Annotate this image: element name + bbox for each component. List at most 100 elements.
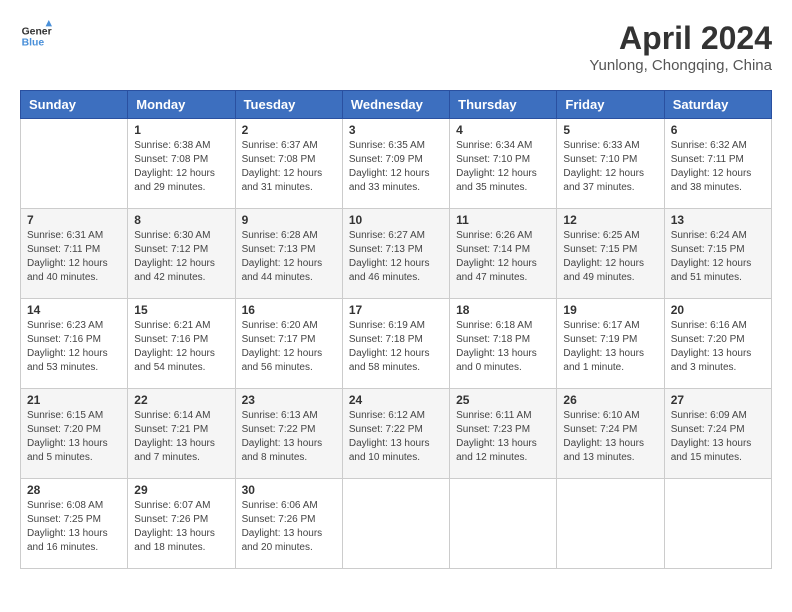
day-number: 2 (242, 123, 336, 137)
day-number: 22 (134, 393, 228, 407)
day-info: Sunrise: 6:34 AM Sunset: 7:10 PM Dayligh… (456, 139, 550, 195)
month-year: April 2024 (589, 20, 772, 57)
header-row: SundayMondayTuesdayWednesdayThursdayFrid… (21, 91, 772, 119)
calendar-cell: 4 Sunrise: 6:34 AM Sunset: 7:10 PM Daylig… (450, 119, 557, 209)
day-info: Sunrise: 6:20 AM Sunset: 7:17 PM Dayligh… (242, 319, 336, 375)
day-info: Sunrise: 6:32 AM Sunset: 7:11 PM Dayligh… (671, 139, 765, 195)
logo-icon: General Blue (20, 20, 52, 52)
day-number: 30 (242, 483, 336, 497)
day-number: 7 (27, 213, 121, 227)
day-info: Sunrise: 6:30 AM Sunset: 7:12 PM Dayligh… (134, 229, 228, 285)
day-number: 25 (456, 393, 550, 407)
day-info: Sunrise: 6:19 AM Sunset: 7:18 PM Dayligh… (349, 319, 443, 375)
day-info: Sunrise: 6:06 AM Sunset: 7:26 PM Dayligh… (242, 499, 336, 555)
day-info: Sunrise: 6:26 AM Sunset: 7:14 PM Dayligh… (456, 229, 550, 285)
location: Yunlong, Chongqing, China (589, 57, 772, 74)
calendar-cell: 14 Sunrise: 6:23 AM Sunset: 7:16 PM Dayli… (21, 299, 128, 389)
calendar-header: SundayMondayTuesdayWednesdayThursdayFrid… (21, 91, 772, 119)
calendar-cell (342, 479, 449, 569)
calendar-cell: 2 Sunrise: 6:37 AM Sunset: 7:08 PM Daylig… (235, 119, 342, 209)
week-row-4: 21 Sunrise: 6:15 AM Sunset: 7:20 PM Dayli… (21, 389, 772, 479)
day-info: Sunrise: 6:25 AM Sunset: 7:15 PM Dayligh… (563, 229, 657, 285)
day-number: 21 (27, 393, 121, 407)
calendar-cell: 7 Sunrise: 6:31 AM Sunset: 7:11 PM Daylig… (21, 209, 128, 299)
day-number: 5 (563, 123, 657, 137)
day-info: Sunrise: 6:08 AM Sunset: 7:25 PM Dayligh… (27, 499, 121, 555)
calendar-cell: 15Sunrise: 6:21 AM Sunset: 7:16 PM Dayli… (128, 299, 235, 389)
calendar-cell: 25 Sunrise: 6:11 AM Sunset: 7:23 PM Dayli… (450, 389, 557, 479)
week-row-1: 1Sunrise: 6:38 AM Sunset: 7:08 PM Daylig… (21, 119, 772, 209)
day-number: 6 (671, 123, 765, 137)
calendar-cell: 27 Sunrise: 6:09 AM Sunset: 7:24 PM Dayli… (664, 389, 771, 479)
svg-text:Blue: Blue (22, 38, 45, 49)
day-number: 29 (134, 483, 228, 497)
logo: General Blue (20, 20, 52, 52)
day-info: Sunrise: 6:13 AM Sunset: 7:22 PM Dayligh… (242, 409, 336, 465)
day-info: Sunrise: 6:37 AM Sunset: 7:08 PM Dayligh… (242, 139, 336, 195)
day-info: Sunrise: 6:16 AM Sunset: 7:20 PM Dayligh… (671, 319, 765, 375)
header-cell-tuesday: Tuesday (235, 91, 342, 119)
day-number: 27 (671, 393, 765, 407)
day-info: Sunrise: 6:11 AM Sunset: 7:23 PM Dayligh… (456, 409, 550, 465)
day-number: 20 (671, 303, 765, 317)
svg-text:General: General (22, 26, 52, 37)
day-number: 19 (563, 303, 657, 317)
calendar-cell (557, 479, 664, 569)
day-info: Sunrise: 6:09 AM Sunset: 7:24 PM Dayligh… (671, 409, 765, 465)
day-info: Sunrise: 6:12 AM Sunset: 7:22 PM Dayligh… (349, 409, 443, 465)
calendar-cell: 28 Sunrise: 6:08 AM Sunset: 7:25 PM Dayli… (21, 479, 128, 569)
calendar-cell: 12 Sunrise: 6:25 AM Sunset: 7:15 PM Dayli… (557, 209, 664, 299)
day-info: Sunrise: 6:31 AM Sunset: 7:11 PM Dayligh… (27, 229, 121, 285)
header-cell-saturday: Saturday (664, 91, 771, 119)
calendar-cell: 30 Sunrise: 6:06 AM Sunset: 7:26 PM Dayli… (235, 479, 342, 569)
day-info: Sunrise: 6:14 AM Sunset: 7:21 PM Dayligh… (134, 409, 228, 465)
day-number: 12 (563, 213, 657, 227)
day-number: 9 (242, 213, 336, 227)
day-number: 28 (27, 483, 121, 497)
calendar-cell (664, 479, 771, 569)
day-number: 15 (134, 303, 228, 317)
day-info: Sunrise: 6:07 AM Sunset: 7:26 PM Dayligh… (134, 499, 228, 555)
calendar-cell: 26Sunrise: 6:10 AM Sunset: 7:24 PM Dayli… (557, 389, 664, 479)
day-number: 10 (349, 213, 443, 227)
day-number: 3 (349, 123, 443, 137)
day-number: 13 (671, 213, 765, 227)
day-info: Sunrise: 6:24 AM Sunset: 7:15 PM Dayligh… (671, 229, 765, 285)
calendar-cell: 8 Sunrise: 6:30 AM Sunset: 7:12 PM Daylig… (128, 209, 235, 299)
day-number: 8 (134, 213, 228, 227)
day-info: Sunrise: 6:28 AM Sunset: 7:13 PM Dayligh… (242, 229, 336, 285)
calendar-cell: 19 Sunrise: 6:17 AM Sunset: 7:19 PM Dayli… (557, 299, 664, 389)
calendar-cell: 6 Sunrise: 6:32 AM Sunset: 7:11 PM Daylig… (664, 119, 771, 209)
day-number: 18 (456, 303, 550, 317)
calendar-cell: 24 Sunrise: 6:12 AM Sunset: 7:22 PM Dayli… (342, 389, 449, 479)
day-info: Sunrise: 6:15 AM Sunset: 7:20 PM Dayligh… (27, 409, 121, 465)
day-number: 24 (349, 393, 443, 407)
day-number: 11 (456, 213, 550, 227)
header-cell-monday: Monday (128, 91, 235, 119)
calendar-cell: 29 Sunrise: 6:07 AM Sunset: 7:26 PM Dayli… (128, 479, 235, 569)
page-header: General Blue April 2024 Yunlong, Chongqi… (20, 20, 772, 74)
header-cell-sunday: Sunday (21, 91, 128, 119)
header-cell-wednesday: Wednesday (342, 91, 449, 119)
calendar-cell: 9 Sunrise: 6:28 AM Sunset: 7:13 PM Daylig… (235, 209, 342, 299)
calendar-cell: 18 Sunrise: 6:18 AM Sunset: 7:18 PM Dayli… (450, 299, 557, 389)
header-cell-friday: Friday (557, 91, 664, 119)
calendar-table: SundayMondayTuesdayWednesdayThursdayFrid… (20, 90, 772, 569)
day-number: 14 (27, 303, 121, 317)
calendar-cell: 5Sunrise: 6:33 AM Sunset: 7:10 PM Daylig… (557, 119, 664, 209)
day-number: 23 (242, 393, 336, 407)
calendar-cell: 17 Sunrise: 6:19 AM Sunset: 7:18 PM Dayli… (342, 299, 449, 389)
calendar-cell: 23 Sunrise: 6:13 AM Sunset: 7:22 PM Dayli… (235, 389, 342, 479)
day-info: Sunrise: 6:17 AM Sunset: 7:19 PM Dayligh… (563, 319, 657, 375)
week-row-5: 28 Sunrise: 6:08 AM Sunset: 7:25 PM Dayli… (21, 479, 772, 569)
calendar-cell: 11 Sunrise: 6:26 AM Sunset: 7:14 PM Dayli… (450, 209, 557, 299)
header-cell-thursday: Thursday (450, 91, 557, 119)
calendar-cell: 1Sunrise: 6:38 AM Sunset: 7:08 PM Daylig… (128, 119, 235, 209)
day-number: 17 (349, 303, 443, 317)
day-info: Sunrise: 6:23 AM Sunset: 7:16 PM Dayligh… (27, 319, 121, 375)
title-block: April 2024 Yunlong, Chongqing, China (589, 20, 772, 74)
calendar-cell: 3Sunrise: 6:35 AM Sunset: 7:09 PM Daylig… (342, 119, 449, 209)
day-number: 4 (456, 123, 550, 137)
day-info: Sunrise: 6:18 AM Sunset: 7:18 PM Dayligh… (456, 319, 550, 375)
calendar-cell: 20 Sunrise: 6:16 AM Sunset: 7:20 PM Dayli… (664, 299, 771, 389)
